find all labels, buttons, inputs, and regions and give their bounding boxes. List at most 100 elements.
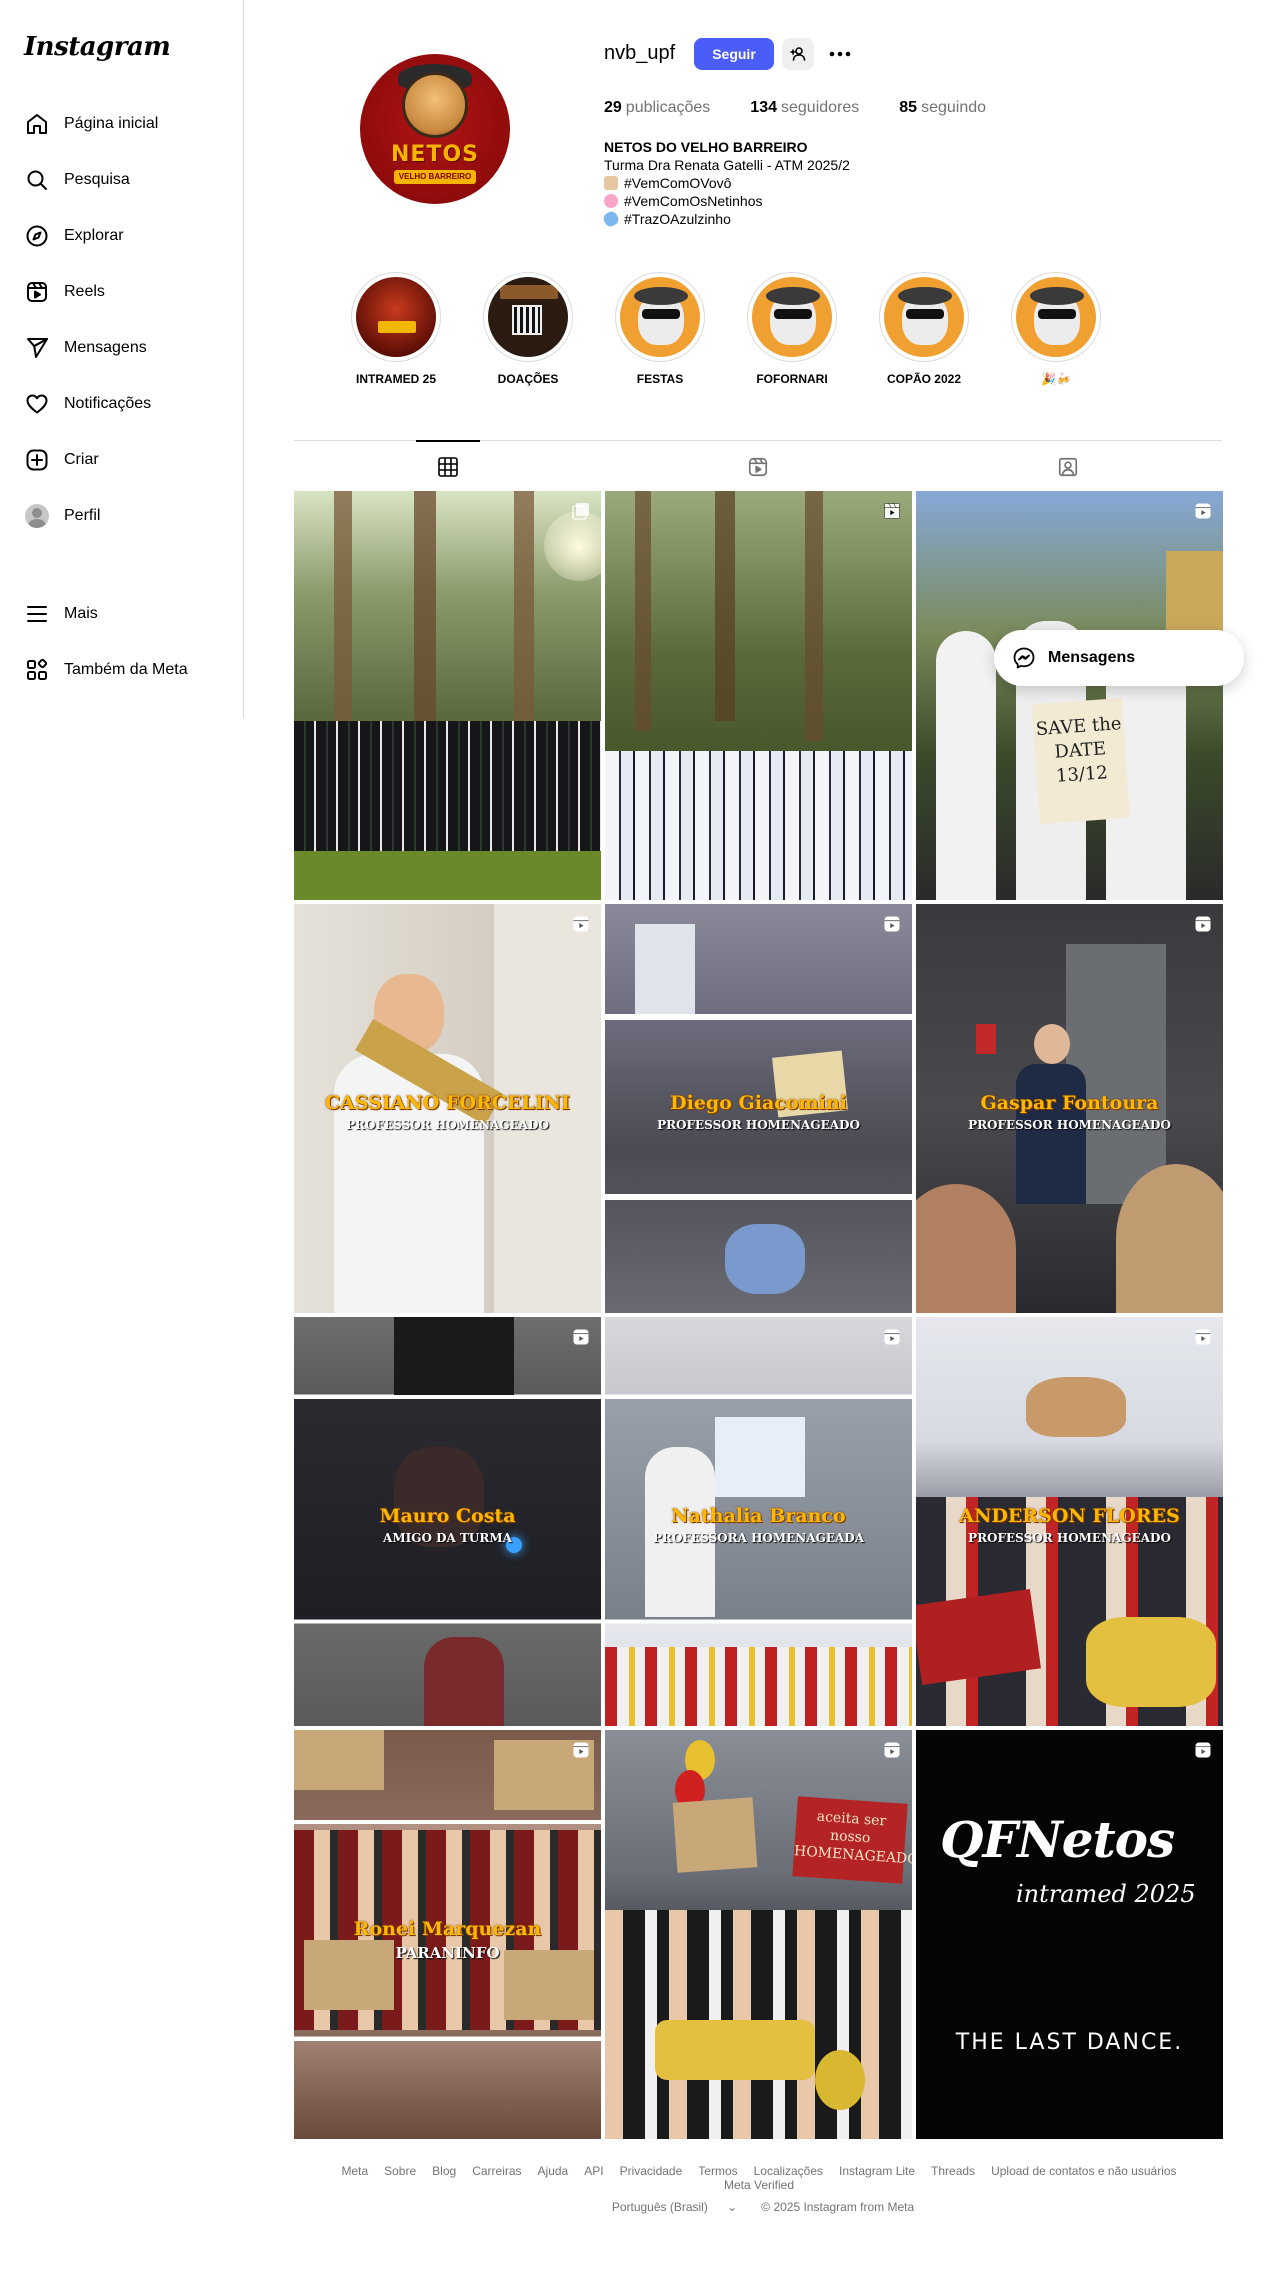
post-tile[interactable]: [605, 491, 912, 900]
tab-tagged[interactable]: [1036, 441, 1100, 493]
sidebar-item-label: Página inicial: [64, 115, 159, 132]
bio-hashtag-line: #VemComOVovô: [604, 174, 850, 192]
post-tile[interactable]: SAVE the DATE 13/12: [916, 491, 1223, 900]
language-selector[interactable]: Português (Brasil) ⌄: [604, 2200, 745, 2214]
highlight-label: FOFORNARI: [756, 372, 828, 386]
footer-link[interactable]: Localizações: [754, 2164, 823, 2178]
footer-link[interactable]: Carreiras: [472, 2164, 521, 2178]
old-man-emoji-icon: [604, 176, 618, 190]
highlight-ring: [351, 272, 441, 362]
instagram-logo[interactable]: Instagram: [24, 32, 171, 62]
footer-link[interactable]: Privacidade: [620, 2164, 683, 2178]
footer-link[interactable]: Instagram Lite: [839, 2164, 915, 2178]
sidebar-item-reels[interactable]: Reels: [12, 268, 232, 316]
post-tile[interactable]: Gaspar Fontoura PROFESSOR HOMENAGEADO: [916, 904, 1223, 1313]
highlight-ring: [1011, 272, 1101, 362]
post-tile[interactable]: [294, 491, 601, 900]
post-tile[interactable]: aceita ser nosso HOMENAGEADO: [605, 1730, 912, 2139]
sidebar-item-create[interactable]: Criar: [12, 436, 232, 484]
highlight-item[interactable]: FESTAS: [594, 272, 726, 388]
sidebar-item-more[interactable]: Mais: [12, 590, 232, 638]
highlight-label: FESTAS: [636, 372, 684, 386]
save-the-date-sign: SAVE the DATE 13/12: [1031, 698, 1131, 824]
footer-link[interactable]: API: [584, 2164, 603, 2178]
post-tile[interactable]: ANDERSON FLORES PROFESSOR HOMENAGEADO: [916, 1317, 1223, 1726]
highlight-cover: [1016, 277, 1096, 357]
post-overlay-title: CASSIANO FORCELINI: [325, 1092, 570, 1114]
reel-icon: [882, 1327, 902, 1347]
post-overlay-subtitle: PROFESSORA HOMENAGEADA: [652, 1531, 865, 1545]
search-icon: [24, 167, 50, 193]
footer-link[interactable]: Termos: [698, 2164, 737, 2178]
post-tile[interactable]: CASSIANO FORCELINI PROFESSOR HOMENAGEADO: [294, 904, 601, 1313]
reels-icon: [748, 457, 768, 477]
no-entry-emoji-icon: [604, 194, 618, 208]
sidebar-item-search[interactable]: Pesquisa: [12, 156, 232, 204]
bio-hashtag[interactable]: #VemComOVovô: [624, 175, 731, 191]
highlight-item[interactable]: FOFORNARI: [726, 272, 858, 388]
reel-icon: [1193, 1740, 1213, 1760]
footer-link[interactable]: Ajuda: [538, 2164, 569, 2178]
highlight-item[interactable]: 🎉🍻: [990, 272, 1122, 388]
sidebar-item-meta[interactable]: Também da Meta: [12, 646, 232, 694]
footer-bottom: Português (Brasil) ⌄ © 2025 Instagram fr…: [294, 2200, 1224, 2214]
footer-link[interactable]: Blog: [432, 2164, 456, 2178]
sidebar-item-home[interactable]: Página inicial: [12, 100, 232, 148]
following-count[interactable]: 85 seguindo: [899, 99, 986, 117]
post-tile[interactable]: QFNetos intramed 2025 THE LAST DANCE.: [916, 1730, 1223, 2139]
highlight-item[interactable]: COPÃO 2022: [858, 272, 990, 388]
bio-line: Turma Dra Renata Gatelli - ATM 2025/2: [604, 157, 850, 173]
tab-reels[interactable]: [726, 441, 790, 493]
post-overlay-title: Mauro Costa: [379, 1505, 516, 1527]
profile-avatar[interactable]: NETOS VELHO BARREIRO: [360, 54, 510, 204]
sidebar-bottom: Mais Também da Meta: [12, 590, 232, 702]
post-tile[interactable]: Nathalia Branco PROFESSORA HOMENAGEADA: [605, 1317, 912, 1726]
bio-hashtag[interactable]: #VemComOsNetinhos: [624, 193, 763, 209]
post-overlay-title: Diego Giacomini: [670, 1092, 847, 1114]
suggested-accounts-button[interactable]: [782, 38, 814, 70]
post-overlay-subtitle: intramed 2025: [1016, 1880, 1196, 1908]
followers-count[interactable]: 134 seguidores: [750, 99, 859, 117]
follow-button[interactable]: Seguir: [694, 38, 774, 70]
post-tile[interactable]: Diego Giacomini PROFESSOR HOMENAGEADO: [605, 904, 912, 1313]
footer-link[interactable]: Meta Verified: [724, 2178, 794, 2192]
post-overlay-subtitle: PROFESSOR HOMENAGEADO: [346, 1118, 549, 1132]
bio-hashtag[interactable]: #TrazOAzulzinho: [624, 211, 731, 227]
post-overlay-subtitle: AMIGO DA TURMA: [383, 1531, 512, 1545]
profile-tabs: [294, 440, 1222, 492]
reels-icon: [24, 279, 50, 305]
post-tile[interactable]: Ronei Marquezan PARANINFO: [294, 1730, 601, 2139]
post-overlay-title: QFNetos: [940, 1810, 1175, 1869]
highlight-label: 🎉🍻: [1041, 372, 1071, 386]
sidebar-item-messages[interactable]: Mensagens: [12, 324, 232, 372]
reel-icon: [1193, 501, 1213, 521]
highlight-label: DOAÇÕES: [497, 372, 559, 386]
reel-icon: [1193, 1327, 1213, 1347]
following-count-value: 85: [899, 99, 918, 116]
post-tile[interactable]: Mauro Costa AMIGO DA TURMA: [294, 1317, 601, 1726]
avatar-face-shape: [402, 72, 468, 138]
avatar: [25, 504, 49, 528]
bio-name: NETOS DO VELHO BARREIRO: [604, 139, 808, 155]
post-overlay-subtitle: PROFESSOR HOMENAGEADO: [657, 1118, 860, 1132]
plus-square-icon: [24, 447, 50, 473]
footer-link[interactable]: Threads: [931, 2164, 975, 2178]
send-icon: [24, 335, 50, 361]
sidebar-item-notifications[interactable]: Notificações: [12, 380, 232, 428]
footer-link[interactable]: Sobre: [384, 2164, 416, 2178]
footer-link[interactable]: Upload de contatos e não usuários: [991, 2164, 1176, 2178]
ellipsis-icon: [829, 51, 851, 57]
highlight-item[interactable]: INTRAMED 25: [330, 272, 462, 388]
home-icon: [24, 111, 50, 137]
tab-posts[interactable]: [416, 440, 480, 492]
sidebar-item-explore[interactable]: Explorar: [12, 212, 232, 260]
more-options-button[interactable]: [824, 38, 856, 70]
footer-link[interactable]: Meta: [341, 2164, 368, 2178]
messages-floating-button[interactable]: Mensagens: [994, 630, 1244, 686]
sidebar-item-profile[interactable]: Perfil: [12, 492, 232, 540]
avatar-wrap: [24, 503, 50, 529]
highlight-item[interactable]: DOAÇÕES: [462, 272, 594, 388]
messenger-icon: [1013, 647, 1035, 669]
sidebar-item-label: Também da Meta: [64, 661, 188, 678]
footer-links: Meta Sobre Blog Carreiras Ajuda API Priv…: [294, 2164, 1224, 2192]
